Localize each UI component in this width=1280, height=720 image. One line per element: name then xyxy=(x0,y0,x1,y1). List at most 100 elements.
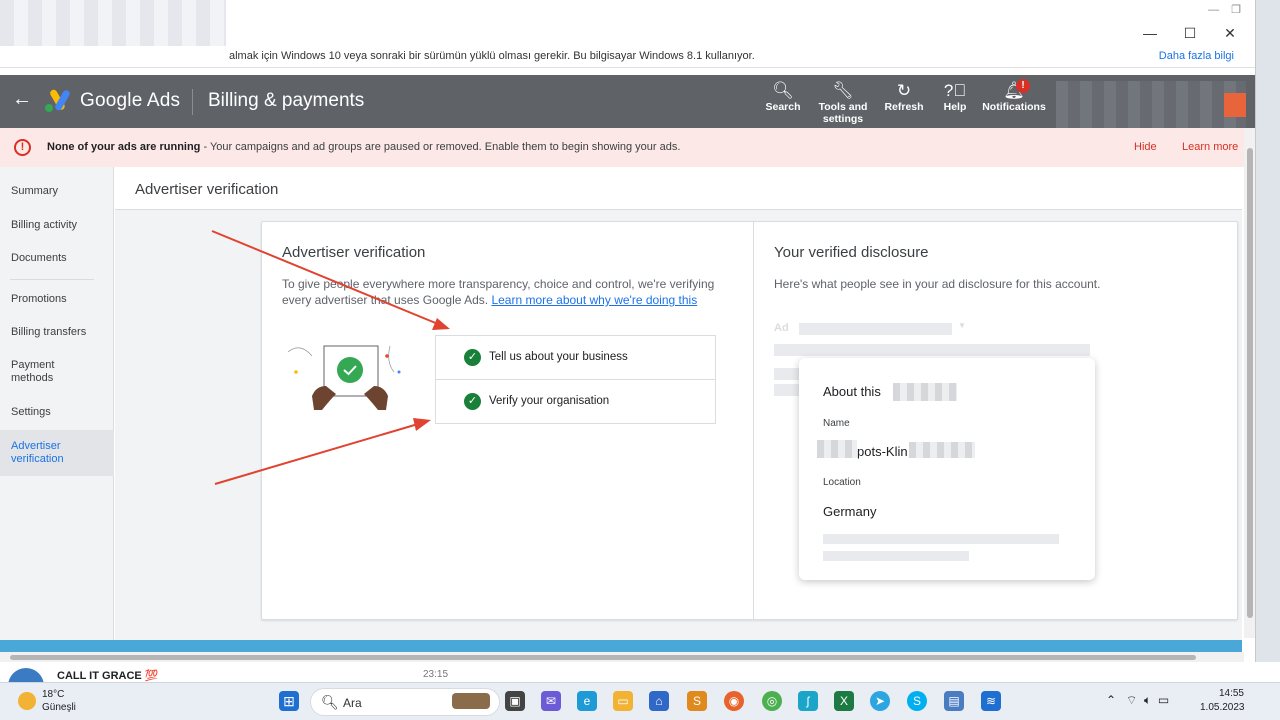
redacted-text xyxy=(817,440,857,458)
start-icon[interactable]: ⊞ xyxy=(279,691,299,711)
page-title: Advertiser verification xyxy=(135,181,279,198)
disclosure-description: Here's what people see in your ad disclo… xyxy=(774,277,1101,291)
taskbar: 18°C Güneşli ⊞ 🔍︎ Ara ▣ ✉ e ▭ ⌂ S ◉ ◎ ʃ … xyxy=(0,682,1280,720)
sidebar-item-promotions[interactable]: Promotions xyxy=(0,293,114,306)
sublime-icon[interactable]: S xyxy=(687,691,707,711)
location-label: Location xyxy=(823,477,861,488)
preview-placeholder xyxy=(799,323,952,335)
sidebar-item-billing-activity[interactable]: Billing activity xyxy=(0,219,114,232)
header-help-button[interactable]: ?⃝ Help xyxy=(938,81,972,113)
account-switcher[interactable] xyxy=(1056,81,1246,129)
sidebar-item-summary[interactable]: Summary xyxy=(0,185,114,198)
outer-window-controls: — ❐ xyxy=(1175,0,1255,20)
alert-hide-button[interactable]: Hide xyxy=(1134,128,1157,167)
browser-window: — ❐ — ☐ ✕ almak için Windows 10 veya son… xyxy=(0,0,1256,668)
header-divider xyxy=(192,89,193,115)
brand-name[interactable]: Google Ads xyxy=(80,90,180,112)
infobar-message: almak için Windows 10 veya sonraki bir s… xyxy=(229,50,755,62)
task-view-icon[interactable]: ▣ xyxy=(505,691,525,711)
check-circle-icon: ✓ xyxy=(464,349,481,366)
monitor-app-icon[interactable]: ▤ xyxy=(944,691,964,711)
name-label: Name xyxy=(823,418,850,429)
app-icon[interactable]: ʃ xyxy=(798,691,818,711)
remote-app-icon[interactable]: ⌂ xyxy=(649,691,669,711)
sidebar-item-payment-methods[interactable]: Payment methods xyxy=(0,359,80,385)
folder-icon[interactable]: ▭ xyxy=(613,691,633,711)
header-search-button[interactable]: 🔍︎ Search xyxy=(764,81,802,113)
taskbar-search-label: Ara xyxy=(343,696,362,710)
refresh-icon: ↻ xyxy=(896,81,912,100)
header-refresh-label: Refresh xyxy=(884,101,924,113)
infobar-more-link[interactable]: Daha fazla bilgi xyxy=(1159,46,1234,66)
disclosure-title: Your verified disclosure xyxy=(774,244,929,261)
sidebar-item-documents[interactable]: Documents xyxy=(0,252,114,265)
step-business-info[interactable]: ✓ Tell us about your business xyxy=(435,335,716,380)
firefox-icon[interactable]: ◉ xyxy=(724,691,744,711)
title-bar: — ☐ ✕ xyxy=(0,0,1255,58)
about-advertiser-popup: About this Name pots-Klin Location Germa… xyxy=(799,358,1095,580)
ads-header: ← Google Ads Billing & payments 🔍︎ Searc… xyxy=(0,75,1255,129)
maximize-icon[interactable]: ☐ xyxy=(1170,22,1210,44)
header-help-label: Help xyxy=(943,101,967,113)
verification-card: Advertiser verification To give people e… xyxy=(261,221,1238,620)
chat-app-icon[interactable]: ✉ xyxy=(541,691,561,711)
sidebar: Summary Billing activity Documents Promo… xyxy=(0,167,114,640)
back-arrow-icon[interactable]: ← xyxy=(12,88,32,111)
preview-placeholder xyxy=(774,368,800,380)
outer-minimize-icon[interactable]: — xyxy=(1208,0,1219,20)
preview-placeholder xyxy=(823,551,969,561)
alert-text: - Your campaigns and ad groups are pause… xyxy=(200,141,681,153)
clock[interactable]: 14:55 1.05.2023 xyxy=(1200,687,1245,715)
minimize-icon[interactable]: — xyxy=(1130,22,1170,44)
clock-date: 1.05.2023 xyxy=(1200,702,1245,713)
sidebar-item-advertiser-verification[interactable]: Advertiser verification xyxy=(0,430,114,476)
vertical-scrollbar[interactable] xyxy=(1244,128,1255,638)
search-icon: 🔍︎ xyxy=(772,81,794,100)
excel-icon[interactable]: X xyxy=(834,691,854,711)
outer-restore-icon[interactable]: ❐ xyxy=(1231,0,1241,20)
verification-description: To give people everywhere more transpare… xyxy=(282,276,732,308)
verification-illustration xyxy=(287,345,401,410)
alert-bold: None of your ads are running xyxy=(47,141,201,153)
skype-icon[interactable]: S xyxy=(907,691,927,711)
search-highlight-icon xyxy=(452,693,490,709)
google-ads-logo-icon xyxy=(45,89,70,112)
header-refresh-button[interactable]: ↻ Refresh xyxy=(882,81,926,113)
edge-icon[interactable]: e xyxy=(577,691,597,711)
horizontal-scrollbar[interactable] xyxy=(0,652,1244,662)
preview-placeholder xyxy=(774,344,1090,356)
preview-placeholder xyxy=(774,384,800,396)
step-verify-organisation[interactable]: ✓ Verify your organisation xyxy=(435,379,716,424)
header-tools-button[interactable]: 🔧︎ Tools and settings xyxy=(814,81,872,125)
help-icon: ?⃝ xyxy=(943,81,967,100)
step-business-info-label: Tell us about your business xyxy=(489,351,628,363)
window-controls: — ☐ ✕ xyxy=(1130,22,1250,44)
header-tools-label: Tools and settings xyxy=(818,101,868,125)
header-search-label: Search xyxy=(765,101,801,113)
active-app-icon[interactable]: ≋ xyxy=(981,691,1001,711)
section-title: Billing & payments xyxy=(208,90,365,111)
avatar xyxy=(1224,93,1246,117)
alert-learn-more-link[interactable]: Learn more xyxy=(1182,128,1238,167)
location-value: Germany xyxy=(823,504,877,519)
telegram-icon[interactable]: ➤ xyxy=(870,691,890,711)
system-tray[interactable]: ⌃ ⌔ 🔈︎ ▭ xyxy=(1106,693,1169,708)
scrollbar-thumb[interactable] xyxy=(10,655,1196,660)
card-divider xyxy=(753,222,754,619)
redacted-text xyxy=(909,442,975,458)
scrollbar-thumb[interactable] xyxy=(1247,148,1253,618)
preview-placeholder xyxy=(823,534,1059,544)
background-app-strip xyxy=(0,640,1242,652)
sidebar-item-billing-transfers[interactable]: Billing transfers xyxy=(0,326,114,339)
bell-icon: 🔔︎ xyxy=(1003,81,1025,100)
about-heading: About this xyxy=(823,384,881,399)
ad-label: Ad xyxy=(774,322,789,334)
step-verify-organisation-label: Verify your organisation xyxy=(489,395,610,407)
learn-why-link[interactable]: Learn more about why we're doing this xyxy=(491,293,697,307)
notification-badge: ! xyxy=(1016,79,1030,93)
close-icon[interactable]: ✕ xyxy=(1210,22,1250,44)
sidebar-item-settings[interactable]: Settings xyxy=(0,406,114,419)
chrome-icon[interactable]: ◎ xyxy=(762,691,782,711)
header-notifications-button[interactable]: 🔔︎ ! Notifications xyxy=(982,79,1046,113)
alert-message: None of your ads are running - Your camp… xyxy=(47,128,680,167)
